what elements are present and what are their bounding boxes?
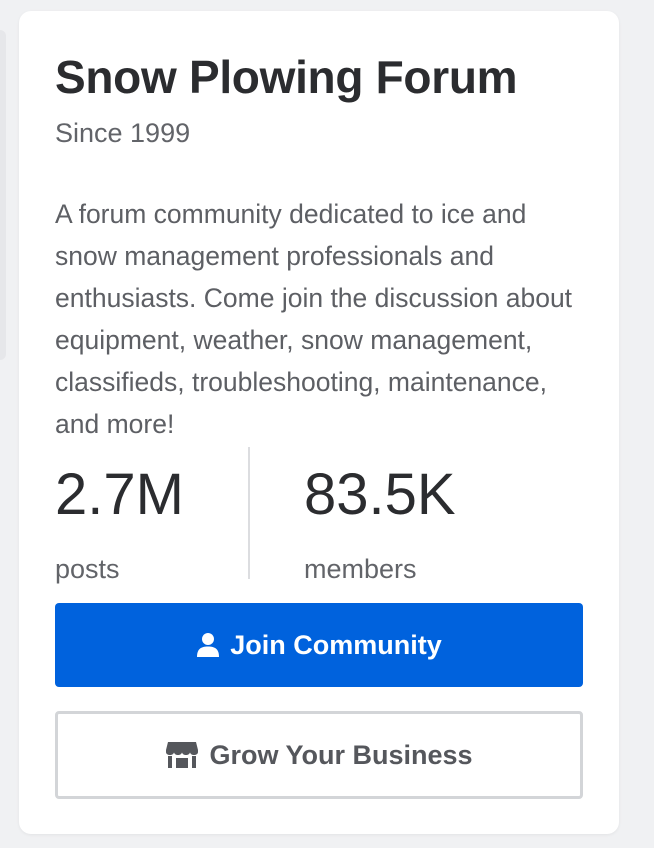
- forum-card: Snow Plowing Forum Since 1999 A forum co…: [19, 11, 619, 834]
- grow-your-business-button[interactable]: Grow Your Business: [55, 711, 583, 799]
- stat-members: 83.5K members: [304, 459, 456, 587]
- stat-members-value: 83.5K: [304, 462, 456, 527]
- user-icon: [196, 632, 220, 658]
- forum-stats: 2.7M posts 83.5K members: [55, 447, 583, 584]
- stat-posts-value: 2.7M: [55, 462, 184, 527]
- forum-description: A forum community dedicated to ice and s…: [55, 199, 573, 439]
- stat-posts: 2.7M posts: [55, 459, 184, 587]
- stat-posts-label: posts: [55, 554, 120, 584]
- forum-since: Since 1999: [55, 118, 191, 148]
- grow-your-business-label: Grow Your Business: [209, 739, 473, 770]
- stats-divider: [248, 447, 250, 579]
- background-panel-edge: [0, 30, 6, 360]
- join-community-button[interactable]: Join Community: [55, 603, 583, 687]
- stat-members-label: members: [304, 554, 417, 584]
- join-community-label: Join Community: [230, 629, 442, 660]
- forum-title: Snow Plowing Forum: [55, 51, 518, 103]
- storefront-icon: [165, 741, 199, 769]
